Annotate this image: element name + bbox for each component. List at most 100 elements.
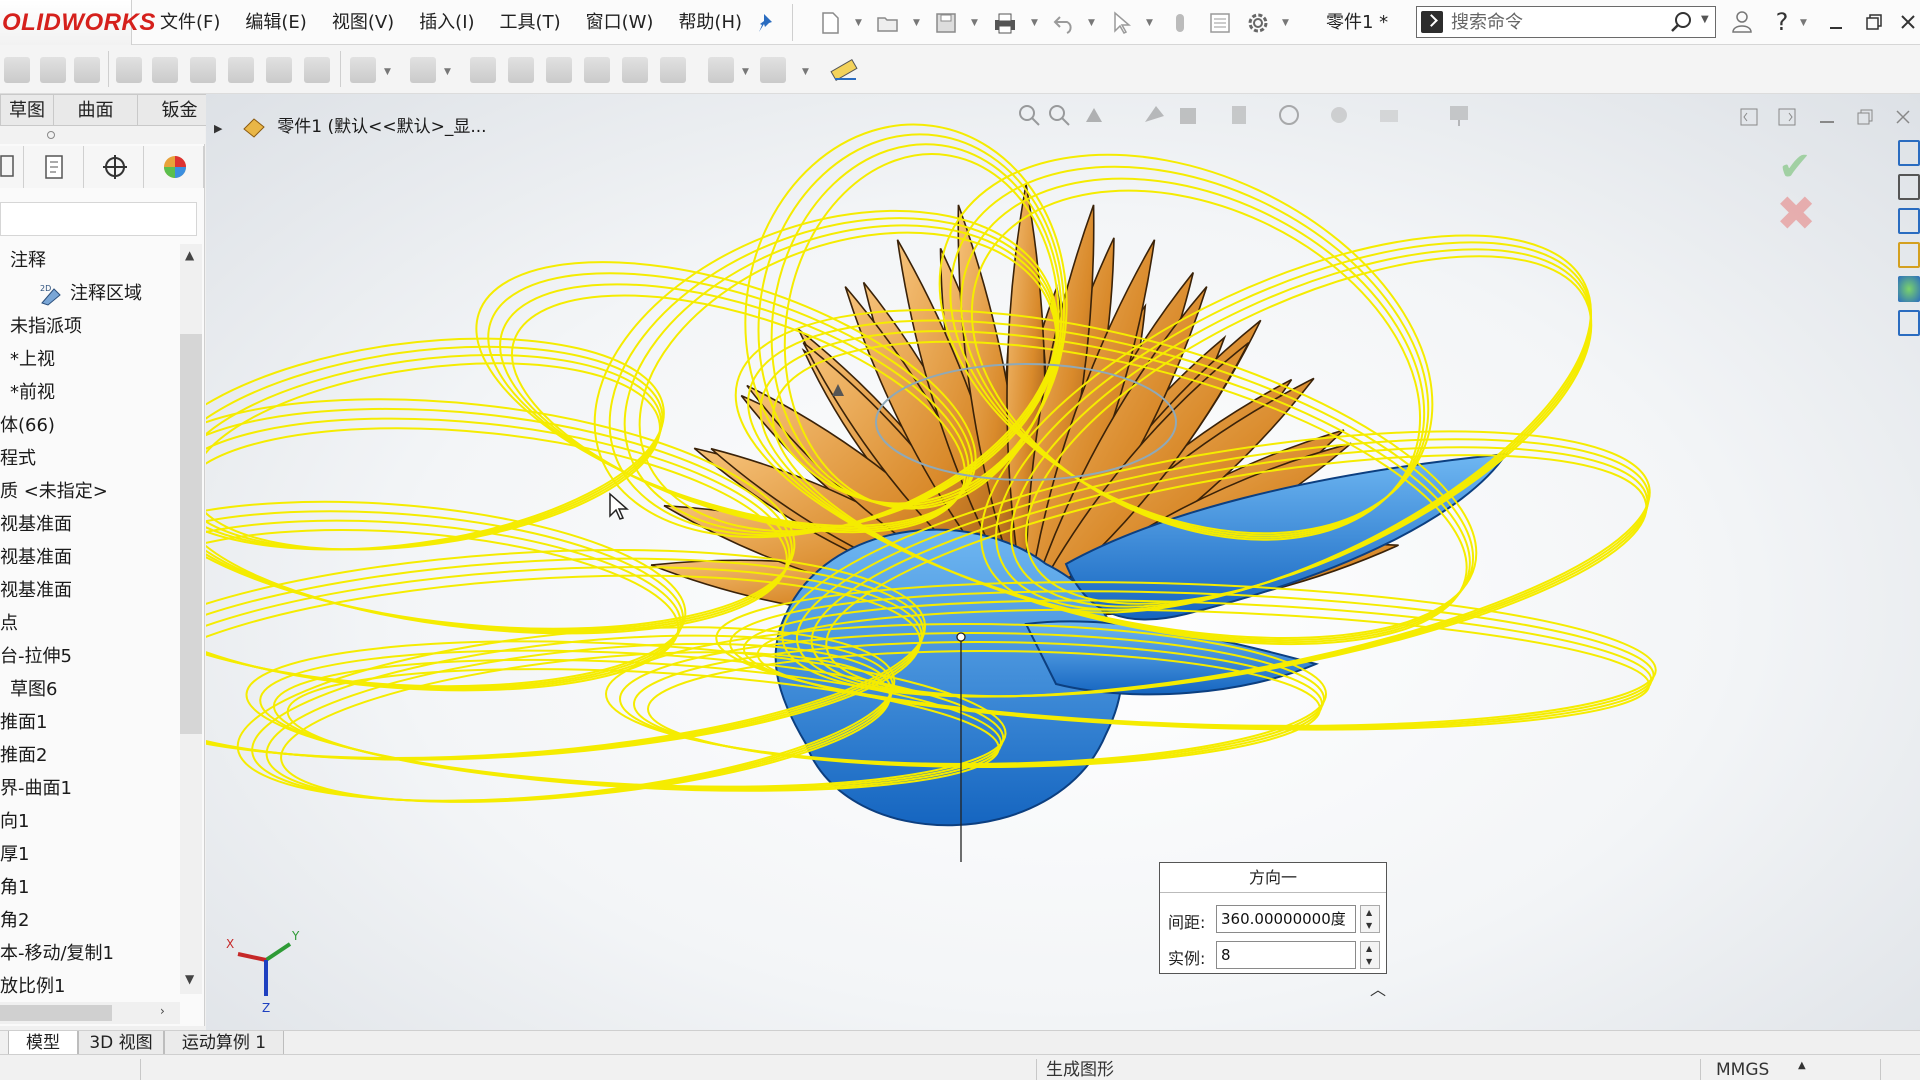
spacing-input[interactable]: 360.00000000度 [1216,905,1356,933]
chevron-down-icon[interactable]: ▼ [971,18,978,28]
offset-surface-icon[interactable] [266,57,292,83]
linear-pattern-icon[interactable] [410,57,436,83]
menu-tools[interactable]: 工具(T) [500,0,561,45]
chevron-down-icon[interactable]: ▼ [444,67,451,77]
tree-item[interactable]: 未指派项 [0,310,180,343]
chevron-down-icon[interactable]: ▼ [1031,18,1038,28]
tab-sketch[interactable]: 草图 [0,94,54,126]
tree-item[interactable]: 视基准面 [0,508,180,541]
menu-edit[interactable]: 编辑(E) [245,0,306,45]
gear-icon[interactable] [1246,11,1270,35]
new-document-icon[interactable] [818,11,842,35]
hide-show-items-icon[interactable] [1276,102,1302,128]
zoom-to-fit-icon[interactable] [1016,102,1042,128]
tree-item[interactable]: 视基准面 [0,541,180,574]
close-icon[interactable] [1896,8,1920,36]
zoom-area-icon[interactable] [1046,102,1072,128]
tab-motion-study[interactable]: 运动算例 1 [164,1031,284,1055]
lofted-surface-icon[interactable] [116,57,142,83]
view-palette-icon[interactable] [1898,242,1920,268]
design-library-icon[interactable] [1898,174,1920,200]
search-box[interactable]: ▼ [1416,6,1716,38]
viewport-minimize-icon[interactable] [1816,106,1838,128]
chevron-down-icon[interactable]: ▼ [384,67,391,77]
search-input[interactable] [1451,9,1661,35]
tree-item[interactable]: 角1 [0,871,180,904]
tree-horizontal-scrollbar[interactable]: › [0,1002,180,1024]
measure-ruler-icon[interactable] [830,57,858,83]
boundary-surface-icon[interactable] [152,57,178,83]
tree-item[interactable]: 体(66) [0,409,180,442]
tree-item[interactable]: 草图6 [0,673,180,706]
chevron-down-icon[interactable]: ▼ [802,67,809,77]
scroll-right-icon[interactable]: › [160,1004,165,1018]
scroll-up-icon[interactable]: ▲ [185,248,194,262]
tree-item[interactable]: 台-拉伸5 [0,640,180,673]
swept-surface-icon[interactable] [74,57,100,83]
instances-spinner[interactable]: ▲ ▼ [1360,941,1380,969]
chevron-down-icon[interactable]: ▼ [855,18,862,28]
scrollbar-thumb[interactable] [0,1005,112,1021]
unit-system[interactable]: MMGS [1716,1055,1769,1080]
viewport-restore-icon[interactable] [1854,106,1876,128]
fillet-icon[interactable] [470,57,496,83]
chevron-down-icon[interactable]: ▼ [1088,18,1095,28]
open-folder-icon[interactable] [876,11,900,35]
menu-window[interactable]: 窗口(W) [586,0,654,45]
extruded-surface-icon[interactable] [4,57,30,83]
user-icon[interactable] [1728,8,1756,36]
menu-view[interactable]: 视图(V) [332,0,394,45]
tree-item[interactable]: 点 [0,607,180,640]
chevron-up-icon[interactable]: ▲ [1798,1060,1806,1071]
split-right-icon[interactable] [1776,106,1798,128]
tree-item[interactable]: 程式 [0,442,180,475]
property-manager-tab-icon[interactable] [24,146,84,188]
tab-3d-views[interactable]: 3D 视图 [78,1031,164,1055]
view-settings-icon[interactable] [1446,102,1472,128]
tree-item[interactable]: *前视 [0,376,180,409]
chevron-down-icon[interactable]: ▼ [742,67,749,77]
appearance-tab-icon[interactable] [144,146,204,188]
trim-surface-icon[interactable] [584,57,610,83]
knit-surface-icon[interactable] [660,57,686,83]
search-icon[interactable] [1669,10,1693,34]
feature-tree-tab-icon[interactable] [0,146,24,188]
tree-item[interactable]: 厚1 [0,838,180,871]
cancel-x-icon[interactable]: ✖ [1776,186,1816,242]
view-orientation-icon[interactable] [1176,102,1202,128]
callout-collapse-icon[interactable]: ︿ [1370,976,1386,1000]
chevron-down-icon[interactable]: ▼ [913,18,920,28]
tree-item[interactable]: 放比例1 [0,970,180,1003]
tree-item[interactable]: 推面1 [0,706,180,739]
tree-item[interactable]: 质 <未指定> [0,475,180,508]
viewport-close-icon[interactable] [1892,106,1914,128]
print-icon[interactable] [992,11,1016,35]
rebuild-icon[interactable] [1168,11,1192,35]
instances-input[interactable]: 8 [1216,941,1356,969]
help-icon[interactable]: ? [1768,8,1796,36]
scroll-down-icon[interactable]: ▼ [185,972,194,986]
chamfer-icon[interactable] [508,57,534,83]
spacing-spinner[interactable]: ▲ ▼ [1360,905,1380,933]
tree-scrollbar[interactable]: ▲ ▼ [180,244,202,994]
expand-arrow-icon[interactable]: ▶ [214,122,222,135]
tree-item[interactable]: 推面2 [0,739,180,772]
panel-splitter[interactable] [0,126,205,144]
menu-help[interactable]: 帮助(H) [678,0,742,45]
appearances-icon[interactable] [1898,276,1920,302]
split-left-icon[interactable] [1738,106,1760,128]
home-icon[interactable] [1898,140,1920,166]
confirm-check-icon[interactable]: ✔ [1778,144,1812,190]
menu-file[interactable]: 文件(F) [160,0,220,45]
untrim-surface-icon[interactable] [622,57,648,83]
section-view-icon[interactable] [1142,102,1168,128]
part-title[interactable]: ▶ 零件1 (默认<<默认>_显... [214,114,487,140]
pin-icon[interactable] [757,12,777,34]
tree-item[interactable]: 界-曲面1 [0,772,180,805]
custom-properties-icon[interactable] [1898,310,1920,336]
chevron-down-icon[interactable]: ▼ [1146,18,1153,28]
save-icon[interactable] [934,11,958,35]
tab-surfaces[interactable]: 曲面 [54,94,138,126]
delete-face-icon[interactable] [708,57,734,83]
chevron-down-icon[interactable]: ▼ [1800,18,1807,28]
